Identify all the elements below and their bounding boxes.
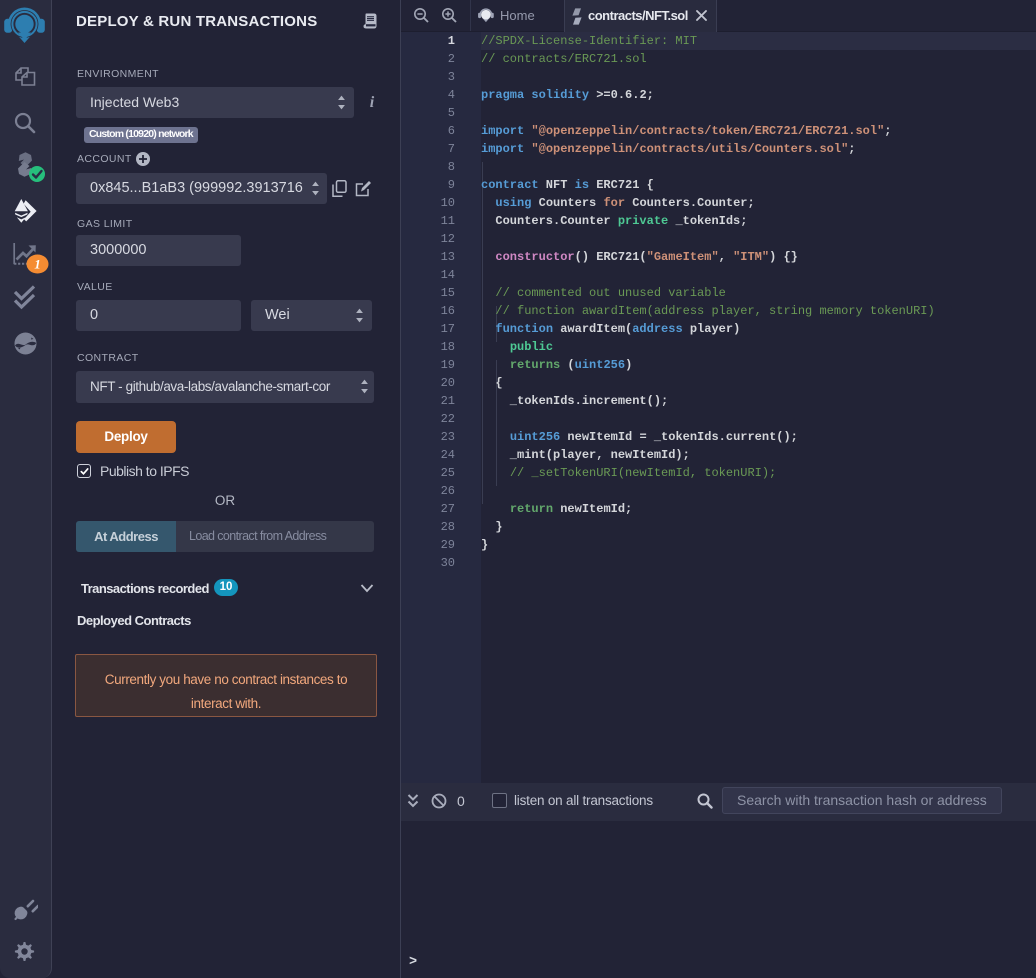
svg-text:1: 1 — [34, 257, 41, 272]
